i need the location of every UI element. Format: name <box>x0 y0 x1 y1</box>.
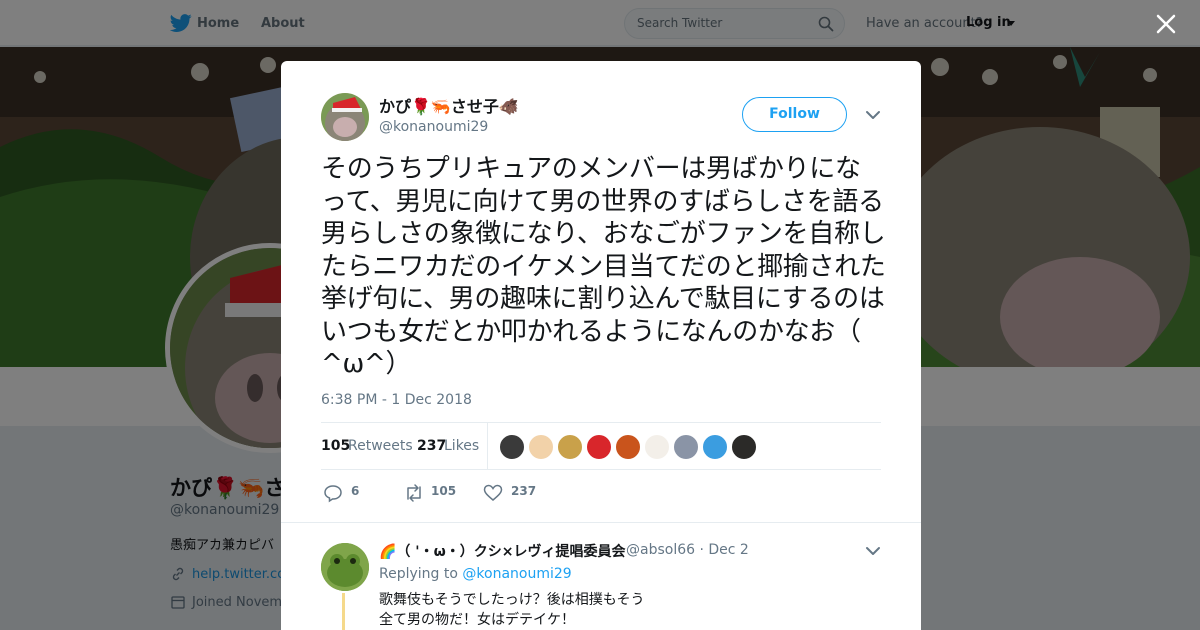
chevron-down-icon[interactable] <box>865 109 881 121</box>
reply-text: 歌舞伎もそうでしたっけ？後は相撲もそう 全て男の物だ！女はデテイケ！ <box>379 590 644 630</box>
tweet-modal: かぴ🌹🦐させ子🐗 @konanoumi29 Follow そのうちプリキュアのメ… <box>281 61 921 630</box>
reply-text-line: 全て男の物だ！女はデテイケ！ <box>379 612 575 628</box>
frog-avatar-image <box>321 543 369 591</box>
tweet-author-name[interactable]: かぴ🌹🦐させ子🐗 <box>379 93 519 117</box>
liker-avatar[interactable] <box>644 434 670 460</box>
reply-icon[interactable] <box>323 483 343 503</box>
retweet-action-count[interactable]: 105 <box>431 484 456 498</box>
tweet-author-avatar[interactable] <box>321 93 369 141</box>
liker-avatar[interactable] <box>557 434 583 460</box>
liker-avatar[interactable] <box>499 434 525 460</box>
liker-avatar[interactable] <box>731 434 757 460</box>
liker-avatar[interactable] <box>615 434 641 460</box>
reply-divider <box>281 522 921 523</box>
tweet-stats: 105 Retweets 237 Likes <box>321 422 881 470</box>
retweet-count-label[interactable]: Retweets <box>348 438 413 454</box>
like-action-count[interactable]: 237 <box>511 484 536 498</box>
reply-text-line: 歌舞伎もそうでしたっけ？後は相撲もそう <box>379 592 645 608</box>
reply-author-name[interactable]: 🌈（ '・ω・）クシ×レヴィ提唱委員会 <box>379 541 626 561</box>
capybara-avatar-image <box>321 93 369 141</box>
tweet-author-handle[interactable]: @konanoumi29 <box>379 119 488 135</box>
reply-author-avatar[interactable] <box>321 543 369 591</box>
close-icon[interactable] <box>1154 12 1178 36</box>
liker-avatar[interactable] <box>528 434 554 460</box>
retweet-icon[interactable] <box>403 483 425 503</box>
replying-to-label: Replying to <box>379 566 458 582</box>
liker-avatar[interactable] <box>586 434 612 460</box>
stats-divider <box>487 423 488 469</box>
retweet-count[interactable]: 105 <box>321 438 350 454</box>
replying-to-link[interactable]: @konanoumi29 <box>462 566 571 582</box>
thread-line <box>342 593 345 630</box>
tweet-timestamp[interactable]: 6:38 PM - 1 Dec 2018 <box>321 392 472 408</box>
reply-author-handle[interactable]: @absol66 · Dec 2 <box>626 542 749 558</box>
chevron-down-icon[interactable] <box>865 545 881 557</box>
replying-to: Replying to @konanoumi29 <box>379 566 572 582</box>
follow-button[interactable]: Follow <box>742 97 847 132</box>
heart-icon[interactable] <box>483 483 503 503</box>
like-count-label[interactable]: Likes <box>444 438 479 454</box>
tweet-actions: 6 105 237 <box>321 481 881 505</box>
liker-avatar[interactable] <box>673 434 699 460</box>
tweet-text: そのうちプリキュアのメンバーは男ばかりになって、男児に向けて男の世界のすばらしさ… <box>321 154 886 379</box>
reply-action-count[interactable]: 6 <box>351 484 359 498</box>
like-count[interactable]: 237 <box>417 438 446 454</box>
liker-avatar[interactable] <box>702 434 728 460</box>
